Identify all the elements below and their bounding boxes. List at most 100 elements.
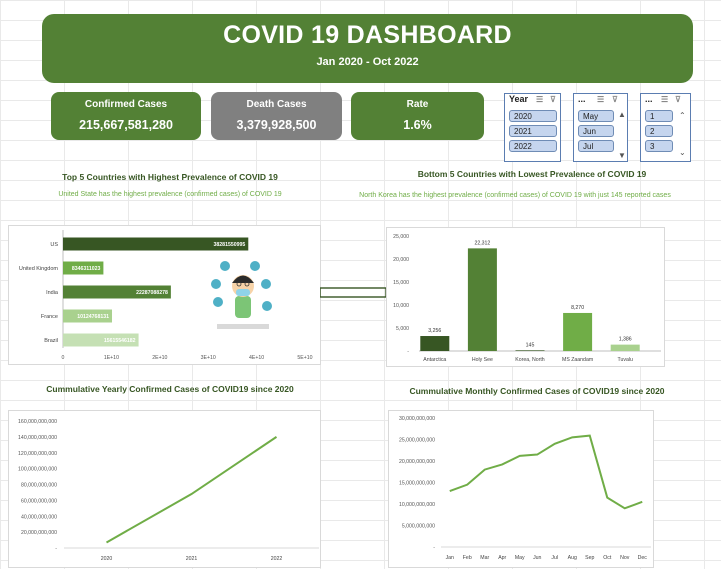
x-tick-label: Dec <box>638 555 648 561</box>
x-tick-label: Jul <box>551 555 558 561</box>
health-tip-icon <box>261 279 271 289</box>
slicer-item-2020[interactable]: 2020 <box>509 110 557 122</box>
x-tick-label: 2E+10 <box>152 355 167 361</box>
category-label: MS Zaandam <box>562 357 593 363</box>
slicer-item-jul[interactable]: Jul <box>578 140 614 152</box>
slicer-item-3[interactable]: 3 <box>645 140 673 152</box>
category-label: US <box>50 242 58 248</box>
x-tick-label: 0 <box>62 355 65 361</box>
face-mask <box>236 289 250 296</box>
slicer-item-2[interactable]: 2 <box>645 125 673 137</box>
kpi-value: 3,379,928,500 <box>236 118 317 132</box>
multi-select-icon[interactable]: ☰ <box>597 95 604 104</box>
y-tick-label: - <box>433 545 435 551</box>
y-tick-label: 25,000,000,000 <box>399 438 435 444</box>
kpi-death-cases: Death Cases 3,379,928,500 <box>211 92 342 140</box>
data-label: 8346311023 <box>72 266 101 272</box>
top5-chart: US 38281550995 United Kingdom 8346311023 Ind… <box>8 225 321 365</box>
y-tick-label: 20,000 <box>393 257 409 263</box>
series-line <box>106 436 278 544</box>
y-tick-label: 40,000,000,000 <box>21 514 57 520</box>
x-tick-label: 1E+10 <box>104 355 119 361</box>
y-tick-label: - <box>407 349 409 355</box>
kpi-value: 1.6% <box>403 118 432 132</box>
data-label: 38281550995 <box>214 242 246 248</box>
x-tick-label: 5E+10 <box>297 355 312 361</box>
category-label: Korea, North <box>515 357 545 363</box>
bottom5-bar-chart: - 5,000 10,000 15,000 20,000 25,000 3,256 Antar… <box>393 234 661 363</box>
bar <box>420 336 450 351</box>
bar <box>610 344 640 351</box>
bar <box>467 248 497 351</box>
slicer-header: ... ☰ ⊽ <box>574 94 627 108</box>
clear-filter-icon[interactable]: ⊽ <box>550 95 556 104</box>
y-tick-label: 160,000,000,000 <box>18 419 57 425</box>
x-tick-label: 4E+10 <box>249 355 264 361</box>
category-label: United Kingdom <box>19 266 59 272</box>
bottom5-chart-subtitle: North Korea has the highest prevalence (… <box>359 192 671 199</box>
illustration-floor <box>217 324 269 329</box>
scroll-up-icon[interactable]: ▲ <box>618 110 626 119</box>
kpi-value: 215,667,581,280 <box>79 118 173 132</box>
yearly-chart: - 20,000,000,000 40,000,000,000 60,000,000,… <box>8 410 321 568</box>
top5-bar-chart: US 38281550995 United Kingdom 8346311023 Ind… <box>19 230 313 361</box>
category-label: Holy See <box>472 357 493 363</box>
connector-line <box>320 287 387 298</box>
x-tick-label: Jun <box>533 555 541 561</box>
data-label: 10124768131 <box>77 314 109 320</box>
category-label: Tuvalu <box>618 357 633 363</box>
health-tip-icon <box>211 279 221 289</box>
top5-chart-subtitle: United State has the highest prevalence … <box>58 191 282 198</box>
slicer-header: ... ☰ ⊽ <box>641 94 690 108</box>
monthly-chart: - 5,000,000,000 10,000,000,000 15,000,000,0… <box>388 410 654 568</box>
data-label: 15615546182 <box>104 338 136 344</box>
y-tick-label: 30,000,000,000 <box>399 416 435 422</box>
health-tip-icon <box>262 301 272 311</box>
slicer-title: ... <box>578 94 586 104</box>
year-slicer[interactable]: Year ☰ ⊽ 2020 2021 2022 <box>504 93 561 162</box>
scroll-down-icon[interactable]: ▼ <box>618 151 626 160</box>
series-line <box>449 434 643 510</box>
y-tick-label: - <box>55 546 57 552</box>
slicer-item-jun[interactable]: Jun <box>578 125 614 137</box>
scroll-down-icon[interactable]: ⌄ <box>679 148 686 157</box>
month-slicer[interactable]: ... ☰ ⊽ May Jun Jul ▲ ▼ <box>573 93 628 162</box>
clear-filter-icon[interactable]: ⊽ <box>612 95 618 104</box>
kid-body <box>235 296 251 318</box>
monthly-line-chart: - 5,000,000,000 10,000,000,000 15,000,000,0… <box>399 416 651 561</box>
y-tick-label: 20,000,000,000 <box>399 459 435 465</box>
health-tip-icon <box>213 297 223 307</box>
category-label: Antarctica <box>423 357 446 363</box>
kpi-rate: Rate 1.6% <box>351 92 484 140</box>
x-tick-label: Feb <box>463 555 472 561</box>
day-slicer[interactable]: ... ☰ ⊽ 1 2 3 ⌃ ⌄ <box>640 93 691 162</box>
dashboard-header: COVID 19 DASHBOARD Jan 2020 - Oct 2022 <box>42 14 693 83</box>
slicer-title: Year <box>509 94 529 104</box>
slicer-item-2022[interactable]: 2022 <box>509 140 557 152</box>
kpi-confirmed-cases: Confirmed Cases 215,667,581,280 <box>51 92 201 140</box>
bar <box>563 312 593 351</box>
multi-select-icon[interactable]: ☰ <box>661 95 668 104</box>
health-tip-icon <box>220 261 230 271</box>
x-tick-label: May <box>515 555 525 561</box>
x-tick-label: Apr <box>498 555 506 561</box>
y-tick-label: 60,000,000,000 <box>21 498 57 504</box>
slicer-item-2021[interactable]: 2021 <box>509 125 557 137</box>
y-tick-label: 5,000,000,000 <box>402 524 435 530</box>
x-tick-label: Oct <box>603 555 612 561</box>
bar <box>515 350 545 351</box>
kpi-label: Death Cases <box>246 99 307 110</box>
multi-select-icon[interactable]: ☰ <box>536 95 543 104</box>
category-label: Brazil <box>44 338 58 344</box>
data-label: 1,386 <box>619 337 632 343</box>
slicer-header: Year ☰ ⊽ <box>505 94 560 108</box>
y-tick-label: 5,000 <box>396 326 409 332</box>
slicer-item-1[interactable]: 1 <box>645 110 673 122</box>
scroll-up-icon[interactable]: ⌃ <box>679 111 686 120</box>
y-tick-label: 10,000 <box>393 303 409 309</box>
clear-filter-icon[interactable]: ⊽ <box>675 95 681 104</box>
y-tick-label: 100,000,000,000 <box>18 467 57 473</box>
yearly-chart-title: Cummulative Yearly Confirmed Cases of CO… <box>46 384 294 394</box>
x-tick-label: 2021 <box>186 556 198 562</box>
slicer-item-may[interactable]: May <box>578 110 614 122</box>
